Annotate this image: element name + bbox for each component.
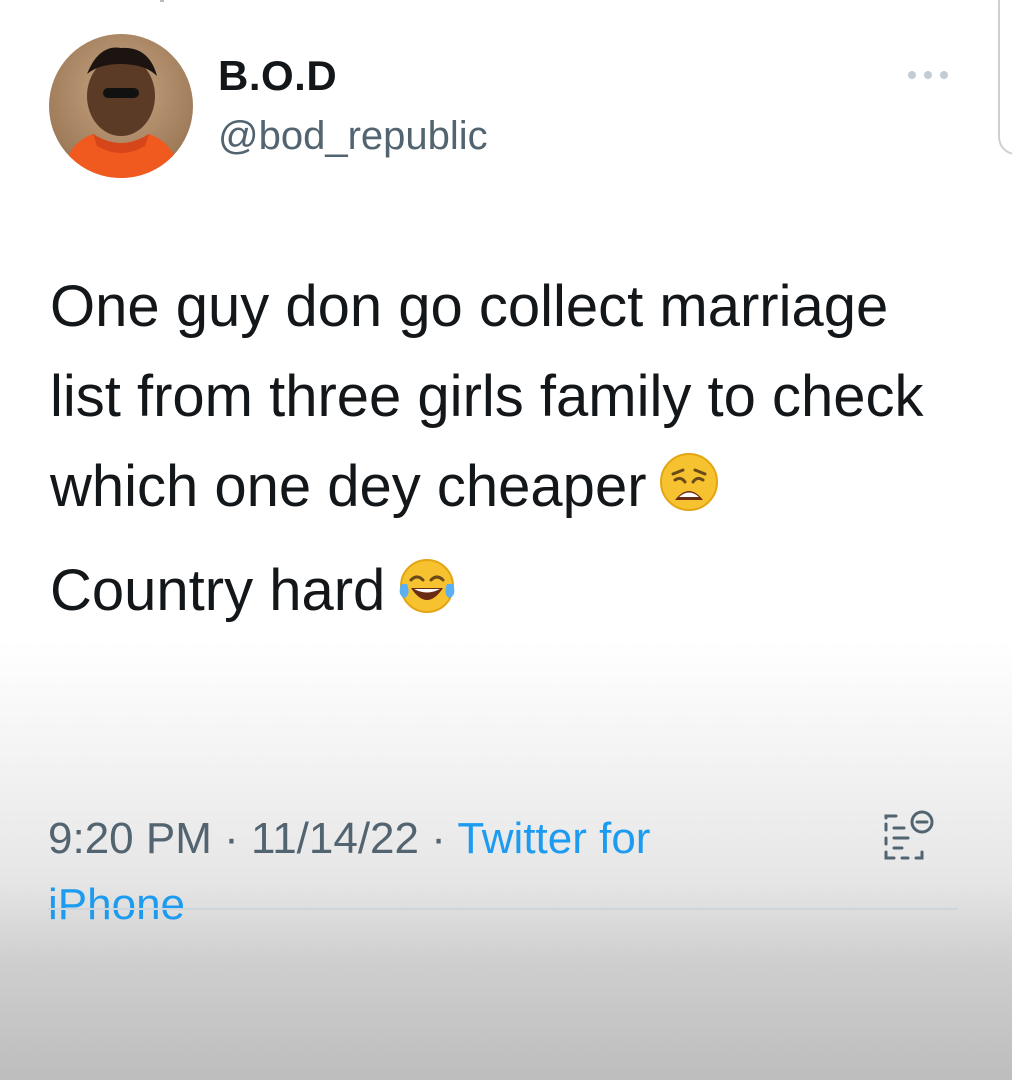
divider	[48, 908, 958, 910]
author-handle[interactable]: @bod_republic	[218, 114, 488, 159]
separator: ·	[419, 814, 458, 863]
tears-of-joy-icon	[397, 556, 457, 616]
ellipsis-dot	[924, 71, 932, 79]
tweet-paragraph: One guy don go collect marriage list fro…	[50, 262, 950, 532]
tweet-paragraph-text: Country hard	[50, 558, 386, 623]
tweet-paragraph-text: One guy don go collect marriage list fro…	[50, 274, 924, 519]
tweet-metadata: 9:20 PM · 11/14/22 · Twitter for iPhone	[48, 806, 788, 938]
weary-face-icon	[659, 452, 719, 512]
ellipsis-icon[interactable]	[904, 60, 952, 90]
frame-edge	[998, 0, 1012, 155]
tweet-paragraph: Country hard	[50, 546, 950, 636]
ellipsis-dot	[940, 71, 948, 79]
ellipsis-dot	[908, 71, 916, 79]
avatar-image	[63, 47, 181, 178]
tweet-time[interactable]: 9:20 PM	[48, 814, 212, 863]
tweet-date[interactable]: 11/14/22	[251, 814, 419, 863]
top-edge-mark	[160, 0, 164, 2]
avatar[interactable]	[49, 34, 193, 178]
tweet-source-link[interactable]: Twitter for	[457, 814, 650, 863]
author-display-name[interactable]: B.O.D	[218, 52, 337, 100]
separator: ·	[211, 814, 251, 863]
tweet-source-link-continued[interactable]: iPhone	[48, 880, 185, 929]
tweet-text: One guy don go collect marriage list fro…	[50, 262, 950, 636]
analytics-icon[interactable]	[878, 808, 938, 868]
